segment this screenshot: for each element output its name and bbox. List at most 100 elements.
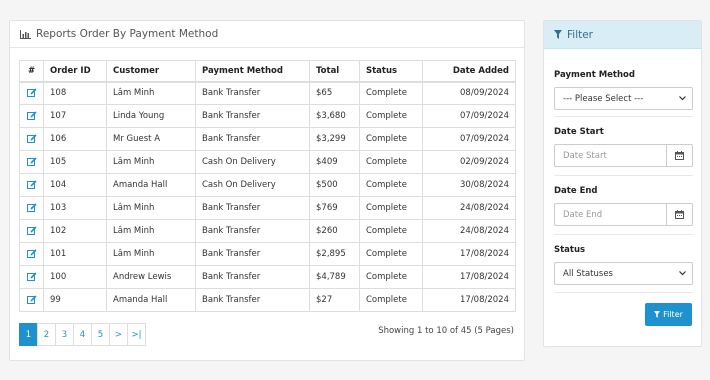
table-row: 99 Amanda Hall Bank Transfer $27 Complete 17/… (19, 288, 516, 312)
filter-title: Filter (567, 28, 594, 41)
table-row: 101 Lâm Minh Bank Transfer $2,895 Complete 17… (19, 242, 516, 266)
col-header-total[interactable]: Total (309, 60, 360, 83)
edit-icon (26, 272, 37, 281)
cell-date-added: 24/08/2024 (422, 219, 516, 243)
cell-date-added: 02/09/2024 (422, 150, 516, 174)
col-header-payment-method[interactable]: Payment Method (195, 60, 310, 83)
cell-date-added: 24/08/2024 (422, 196, 516, 220)
cell-total: $3,680 (309, 104, 360, 128)
cell-order-id: 100 (43, 265, 107, 289)
status-select[interactable]: All Statuses (554, 262, 693, 285)
edit-button[interactable] (19, 196, 44, 220)
col-header-status[interactable]: Status (359, 60, 423, 83)
cell-total: $3,299 (309, 127, 360, 151)
date-end-label: Date End (554, 186, 598, 196)
status-group: Status All Statuses (554, 245, 693, 285)
table-row: 100 Andrew Lewis Bank Transfer $4,789 Comple… (19, 265, 516, 289)
cell-order-id: 105 (43, 150, 107, 174)
filter-panel-header: Filter (544, 21, 701, 49)
edit-button[interactable] (19, 127, 44, 151)
cell-status: Complete (359, 265, 423, 289)
date-end-input[interactable]: Date End (554, 203, 667, 226)
edit-button[interactable] (19, 219, 44, 243)
status-value: All Statuses (563, 268, 613, 279)
page-link[interactable]: > (109, 323, 128, 346)
filter-button[interactable]: Filter (645, 303, 692, 326)
date-end-calendar-button[interactable] (667, 203, 693, 226)
filter-icon (654, 311, 661, 318)
page-link[interactable]: >| (127, 323, 146, 346)
cell-payment-method: Bank Transfer (195, 81, 310, 105)
edit-button[interactable] (19, 242, 44, 266)
cell-customer: Lâm Minh (106, 219, 196, 243)
edit-icon (26, 226, 37, 235)
divider (554, 116, 693, 117)
cell-total: $2,895 (309, 242, 360, 266)
edit-button[interactable] (19, 265, 44, 289)
page-link[interactable]: 3 (55, 323, 74, 346)
cell-customer: Lâm Minh (106, 81, 196, 105)
edit-button[interactable] (19, 104, 44, 128)
date-end-field: Date End (554, 203, 693, 226)
cell-payment-method: Cash On Delivery (195, 173, 310, 197)
table-row: 105 Lâm Minh Cash On Delivery $409 Complete 0… (19, 150, 516, 174)
cell-payment-method: Bank Transfer (195, 196, 310, 220)
cell-date-added: 07/09/2024 (422, 104, 516, 128)
col-header-order-id[interactable]: Order ID (43, 60, 107, 83)
cell-customer: Mr Guest A (106, 127, 196, 151)
edit-icon (26, 249, 37, 258)
col-header-hash[interactable]: # (19, 60, 44, 83)
date-start-label: Date Start (554, 127, 604, 137)
chevron-down-icon (679, 96, 686, 101)
cell-status: Complete (359, 219, 423, 243)
cell-order-id: 102 (43, 219, 107, 243)
date-start-input[interactable]: Date Start (554, 144, 667, 167)
divider (554, 175, 693, 176)
divider (554, 234, 693, 235)
cell-status: Complete (359, 196, 423, 220)
table-row: 108 Lâm Minh Bank Transfer $65 Complete 08/09… (19, 81, 516, 105)
cell-customer: Linda Young (106, 104, 196, 128)
payment-method-select[interactable]: --- Please Select --- (554, 87, 693, 110)
cell-payment-method: Bank Transfer (195, 219, 310, 243)
edit-icon (26, 295, 37, 304)
col-header-customer[interactable]: Customer (106, 60, 196, 83)
edit-button[interactable] (19, 173, 44, 197)
cell-date-added: 07/09/2024 (422, 127, 516, 151)
edit-icon (26, 157, 37, 166)
report-panel-header: Reports Order By Payment Method (10, 21, 524, 48)
table-row: 106 Mr Guest A Bank Transfer $3,299 Complete… (19, 127, 516, 151)
page-link[interactable]: 2 (37, 323, 56, 346)
cell-date-added: 17/08/2024 (422, 242, 516, 266)
filter-icon (554, 30, 562, 39)
cell-order-id: 107 (43, 104, 107, 128)
cell-customer: Andrew Lewis (106, 265, 196, 289)
edit-button[interactable] (19, 288, 44, 312)
table-row: 102 Lâm Minh Bank Transfer $260 Complete 24/0… (19, 219, 516, 243)
status-label: Status (554, 245, 586, 255)
report-panel: Reports Order By Payment Method # Order … (9, 20, 525, 361)
col-header-date-added[interactable]: Date Added (422, 60, 516, 83)
cell-order-id: 101 (43, 242, 107, 266)
calendar-icon (675, 151, 684, 160)
page-link[interactable]: 1 (19, 323, 38, 346)
cell-date-added: 08/09/2024 (422, 81, 516, 105)
filter-button-label: Filter (663, 310, 683, 319)
chevron-down-icon (679, 271, 686, 276)
cell-order-id: 108 (43, 81, 107, 105)
edit-icon (26, 134, 37, 143)
cell-status: Complete (359, 150, 423, 174)
cell-total: $769 (309, 196, 360, 220)
date-end-group: Date End Date End (554, 186, 693, 226)
edit-button[interactable] (19, 81, 44, 105)
date-start-calendar-button[interactable] (667, 144, 693, 167)
divider (554, 292, 693, 293)
edit-button[interactable] (19, 150, 44, 174)
cell-total: $409 (309, 150, 360, 174)
table-row: 107 Linda Young Bank Transfer $3,680 Complet… (19, 104, 516, 128)
page-link[interactable]: 4 (73, 323, 92, 346)
page-link[interactable]: 5 (91, 323, 110, 346)
cell-date-added: 17/08/2024 (422, 288, 516, 312)
cell-order-id: 104 (43, 173, 107, 197)
cell-total: $500 (309, 173, 360, 197)
